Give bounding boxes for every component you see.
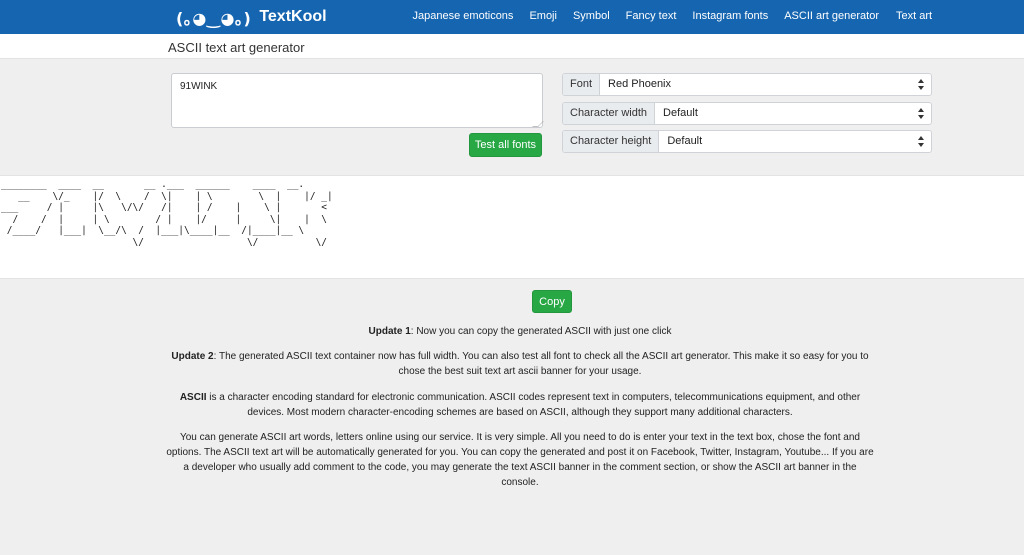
font-label: Font [563, 74, 601, 95]
nav-link-text-art[interactable]: Text art [896, 10, 932, 22]
font-value[interactable]: Red Phoenix [600, 74, 931, 95]
nav-link-fancy-text[interactable]: Fancy text [626, 10, 677, 22]
brand-name: TextKool [259, 8, 327, 25]
nav-link-emoji[interactable]: Emoji [529, 10, 557, 22]
nav-links: Japanese emoticons Emoji Symbol Fancy te… [397, 10, 879, 22]
page-title: ASCII text art generator [168, 40, 305, 55]
character-height-select[interactable]: Character height Default [562, 130, 932, 153]
brand-link[interactable]: (｡◕‿◕｡) TextKool [176, 6, 327, 28]
nav-link-symbol[interactable]: Symbol [573, 10, 610, 22]
update-1-label: Update 1 [368, 326, 411, 337]
copy-button[interactable]: Copy [532, 290, 572, 313]
select-arrows-icon [918, 136, 924, 147]
test-all-fonts-button[interactable]: Test all fonts [469, 133, 542, 157]
title-bar: ASCII text art generator [0, 34, 1024, 58]
text-input[interactable]: 91WINK [171, 73, 543, 128]
character-width-selected-value: Default [663, 107, 698, 119]
nav-link-japanese-emoticons[interactable]: Japanese emoticons [413, 10, 514, 22]
update-2-text: : The generated ASCII text container now… [213, 351, 869, 377]
font-selected-value: Red Phoenix [608, 78, 672, 90]
usage-paragraph: You can generate ASCII art words, letter… [166, 432, 874, 488]
character-height-selected-value: Default [667, 135, 703, 147]
nav-link-instagram-fonts[interactable]: Instagram fonts [692, 10, 768, 22]
character-width-value[interactable]: Default [655, 103, 931, 124]
character-width-label: Character width [563, 103, 656, 124]
update-2-label: Update 2 [171, 351, 214, 362]
ascii-label: ASCII [179, 392, 207, 403]
font-select[interactable]: Font Red Phoenix [562, 73, 932, 96]
update-1-text: : Now you can copy the generated ASCII w… [410, 326, 672, 337]
top-navbar: (｡◕‿◕｡) TextKool Japanese emoticons Emoj… [0, 0, 1024, 34]
update-1-paragraph: Update 1: Now you can copy the generated… [165, 324, 875, 339]
brand-logo: (｡◕‿◕｡) [176, 9, 252, 28]
ascii-output-container: ________ ____ __ __ .___ ______ ____ __.… [0, 175, 1024, 279]
nav-link-ascii-art-generator[interactable]: ASCII art generator [784, 10, 879, 22]
character-height-value[interactable]: Default [659, 131, 931, 152]
select-arrows-icon [918, 79, 924, 90]
character-height-label: Character height [563, 131, 660, 152]
character-width-select[interactable]: Character width Default [562, 102, 932, 125]
select-arrows-icon [918, 108, 924, 119]
ascii-definition-paragraph: ASCII is a character encoding standard f… [165, 390, 875, 420]
update-2-paragraph: Update 2: The generated ASCII text conta… [165, 349, 875, 379]
ascii-art-output[interactable]: ________ ____ __ __ .___ ______ ____ __.… [1, 179, 333, 248]
ascii-definition-text: is a character encoding standard for ele… [206, 392, 861, 418]
